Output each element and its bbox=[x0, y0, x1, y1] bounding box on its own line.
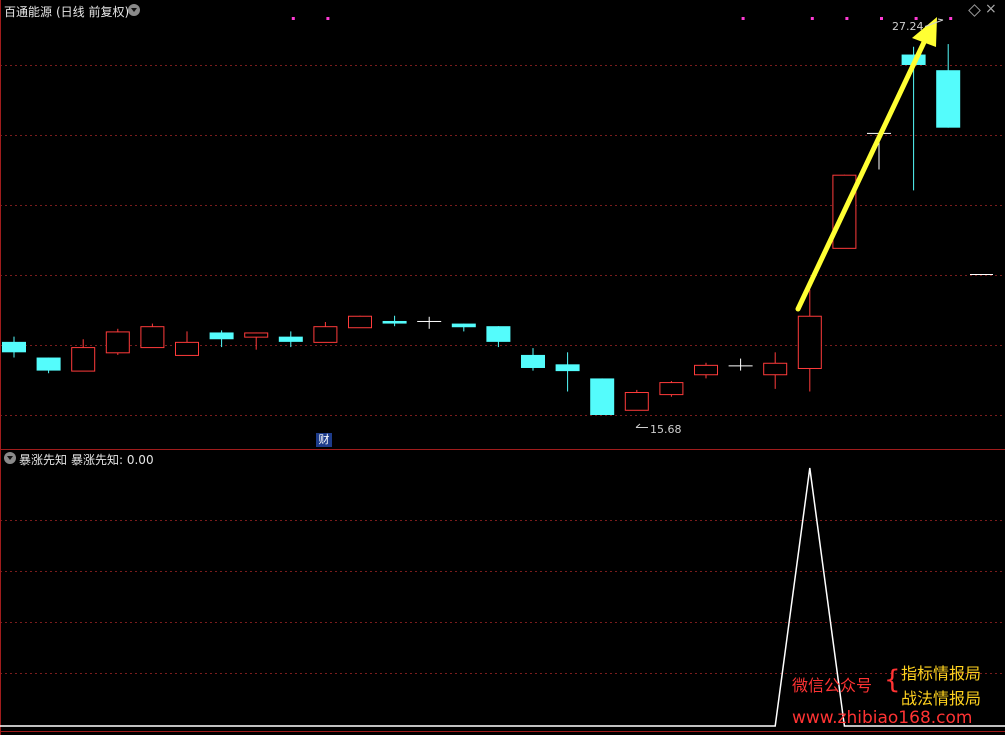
candle-body bbox=[313, 326, 338, 343]
watermark-url: www.zhibiao168.com bbox=[792, 708, 973, 728]
indicator-value: 暴涨先知: 0.00 bbox=[71, 453, 154, 467]
candle-body bbox=[555, 364, 580, 372]
watermark-line1: 指标情报局 bbox=[901, 664, 982, 683]
top-marker bbox=[741, 17, 745, 20]
candle-body bbox=[624, 392, 649, 411]
candle-body bbox=[936, 70, 961, 128]
candle-body bbox=[763, 362, 788, 376]
candle-body bbox=[140, 326, 165, 349]
top-marker bbox=[845, 17, 849, 20]
low-price-label: 15.68 bbox=[650, 423, 682, 436]
top-markers bbox=[291, 17, 953, 20]
candle-body bbox=[797, 315, 822, 369]
low-price-pointer bbox=[635, 423, 648, 428]
candle-body bbox=[486, 326, 511, 342]
top-marker bbox=[880, 17, 883, 20]
candle-body bbox=[451, 323, 476, 328]
finance-badge[interactable]: 财 bbox=[316, 433, 332, 447]
trend-arrow bbox=[795, 17, 937, 312]
candle-body bbox=[382, 320, 407, 324]
candle-body bbox=[728, 365, 753, 367]
watermark-brace: { bbox=[884, 665, 901, 695]
candle-body bbox=[659, 382, 684, 396]
candle-body bbox=[694, 364, 718, 376]
candle-body bbox=[71, 347, 96, 372]
candle-body bbox=[417, 320, 442, 322]
candle-body bbox=[2, 341, 26, 353]
top-marker bbox=[326, 17, 330, 20]
candle-body bbox=[175, 341, 199, 356]
candlestick-series bbox=[2, 44, 961, 415]
candle-body bbox=[209, 332, 234, 340]
candle-body bbox=[521, 354, 545, 368]
stock-title: 百通能源 bbox=[4, 5, 53, 19]
top-marker bbox=[949, 17, 953, 20]
watermark-line2: 战法情报局 bbox=[901, 689, 982, 708]
candle-body bbox=[278, 336, 303, 342]
top-marker bbox=[810, 17, 814, 20]
indicator-name[interactable]: 暴涨先知 bbox=[19, 451, 67, 468]
top-marker bbox=[291, 17, 295, 20]
period-dropdown-icon[interactable] bbox=[128, 4, 140, 16]
candle-body bbox=[348, 315, 372, 329]
candle-body bbox=[590, 378, 615, 415]
candle-body bbox=[36, 357, 61, 371]
watermark-wechat: 微信公众号 bbox=[792, 676, 873, 695]
indicator-panel-grid bbox=[0, 520, 1005, 674]
stock-chart[interactable] bbox=[0, 0, 1005, 735]
candle-body bbox=[105, 331, 130, 354]
candle-body bbox=[244, 332, 269, 338]
close-icon[interactable]: × bbox=[985, 1, 997, 17]
chart-mode-label: (日线 前复权) bbox=[56, 5, 130, 19]
high-price-label: 27.24 bbox=[892, 20, 924, 33]
indicator-dropdown-icon[interactable] bbox=[4, 452, 16, 464]
